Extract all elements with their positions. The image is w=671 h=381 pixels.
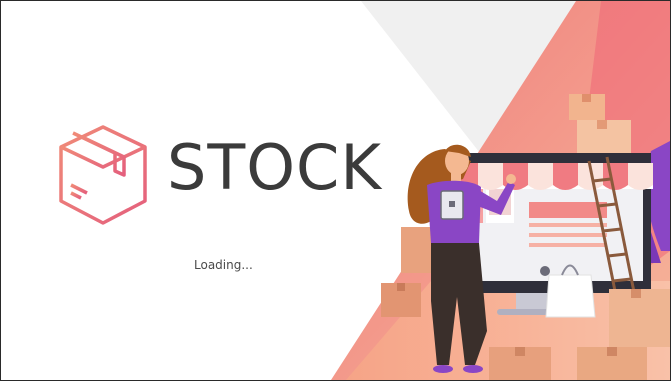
box-icon	[59, 125, 147, 225]
splash-screen: STOCK Loading...	[0, 0, 671, 381]
app-title: STOCK	[167, 131, 382, 204]
loading-status: Loading...	[194, 258, 253, 272]
awning	[451, 153, 653, 190]
